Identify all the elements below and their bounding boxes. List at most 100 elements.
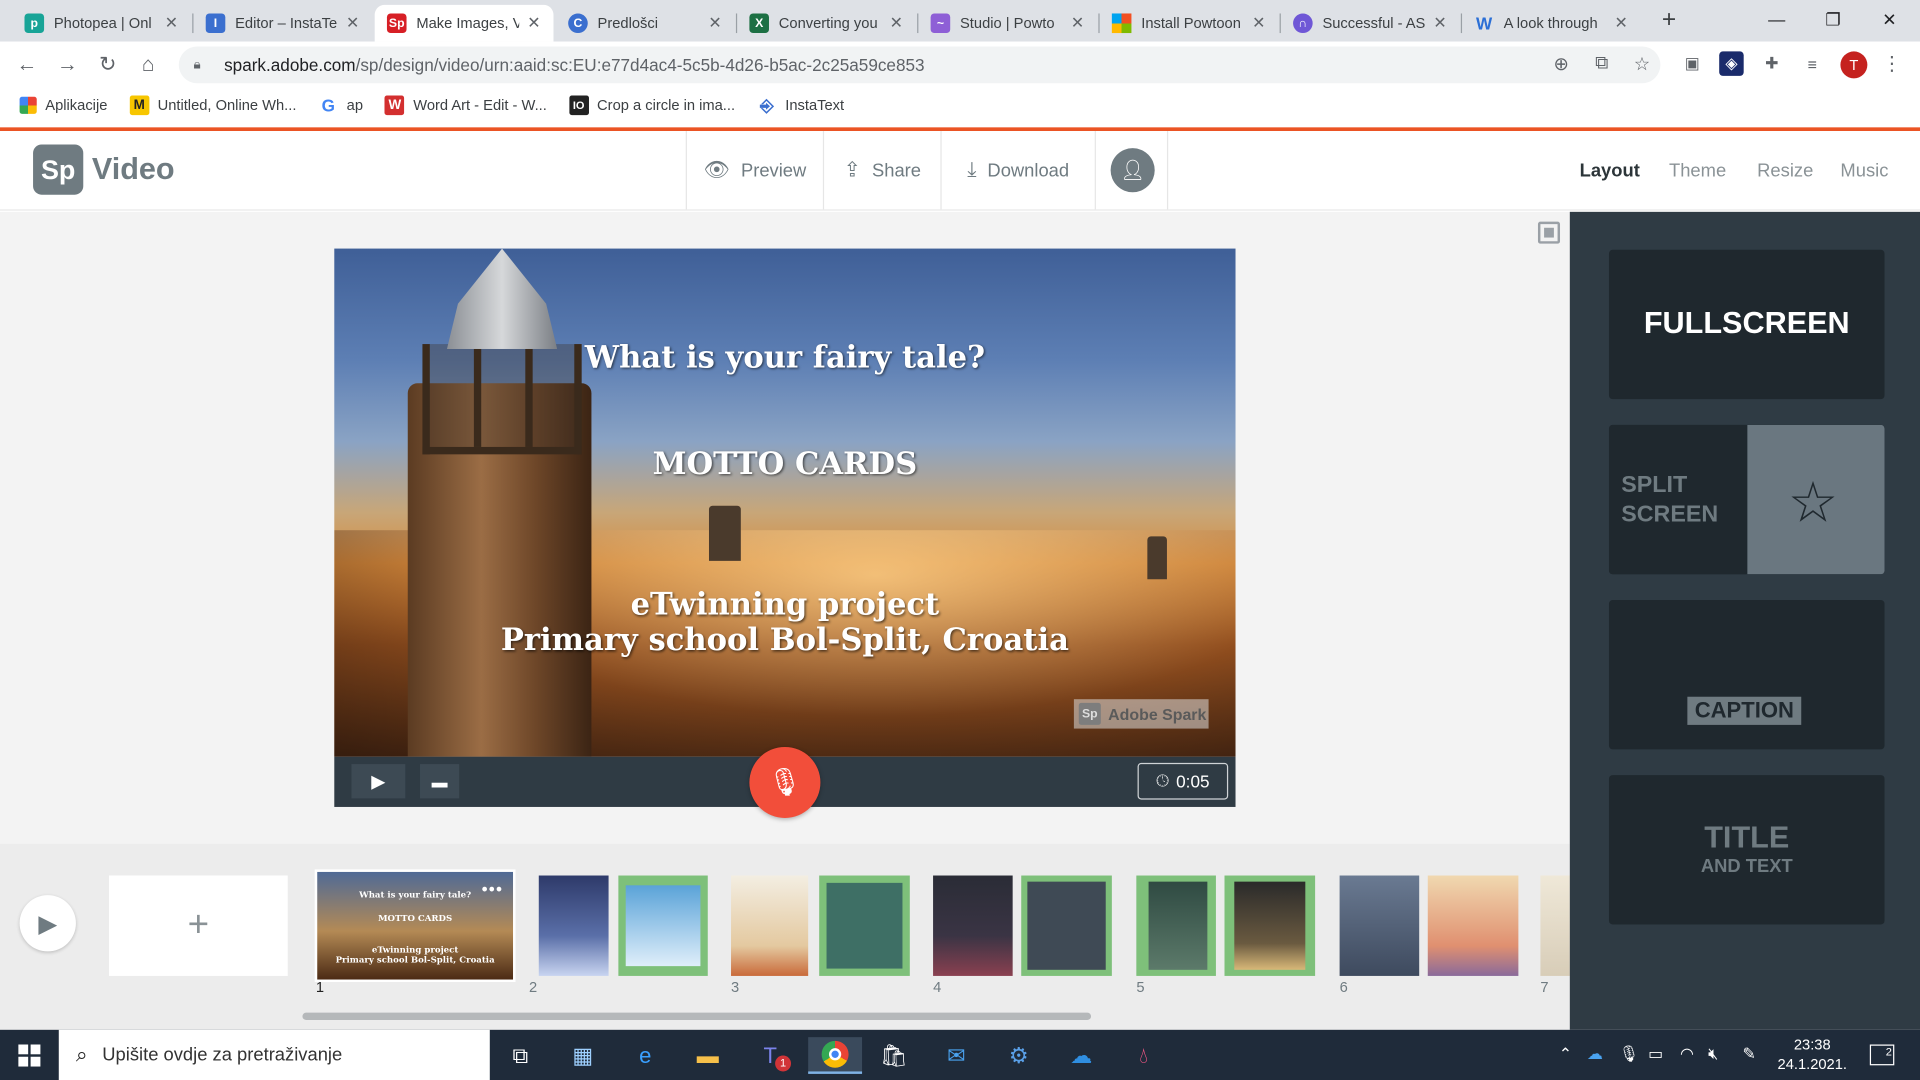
- preview-button[interactable]: 👁︎ Preview: [685, 131, 823, 210]
- browser-tab[interactable]: I Editor – InstaTe ✕: [193, 5, 372, 42]
- collaborate-button[interactable]: 👤︎: [1094, 131, 1169, 210]
- bookmark-item[interactable]: W Word Art - Edit - W...: [385, 95, 547, 116]
- filmstrip-scrollbar[interactable]: [302, 1012, 1092, 1021]
- close-tab-icon[interactable]: ✕: [887, 13, 907, 33]
- battery-icon[interactable]: ▭: [1648, 1044, 1663, 1064]
- bookmark-item[interactable]: IO Crop a circle in ima...: [568, 95, 735, 116]
- expand-icon[interactable]: [1537, 221, 1561, 244]
- close-tab-icon[interactable]: ✕: [1611, 13, 1631, 33]
- record-voice-button[interactable]: 🎙︎: [749, 746, 821, 818]
- onedrive-icon[interactable]: ☁: [1060, 1037, 1102, 1074]
- browser-tab-active[interactable]: Sp Make Images, V ✕: [374, 4, 554, 42]
- mail-icon[interactable]: ✉: [936, 1037, 978, 1074]
- home-icon[interactable]: ⌂: [135, 51, 162, 78]
- menu-kebab-icon[interactable]: ⋮: [1880, 51, 1904, 75]
- browser-tab[interactable]: ∩ Successful - AS ✕: [1281, 5, 1460, 42]
- slide-title[interactable]: What is your fairy tale?: [334, 339, 1235, 375]
- address-bar[interactable]: 🔒︎ spark.adobe.com/sp/design/video/urn:a…: [178, 46, 1661, 84]
- share-button[interactable]: ⇪ Share: [822, 131, 941, 210]
- slide-text-line1[interactable]: eTwinning project: [334, 587, 1235, 623]
- bookmark-item[interactable]: ⎆ InstaText: [757, 95, 844, 116]
- slide-thumbnail[interactable]: [529, 875, 708, 976]
- chrome-icon[interactable]: [808, 1037, 863, 1074]
- microphone-tray-icon[interactable]: 🎙︎: [1619, 1044, 1639, 1064]
- bookmark-item[interactable]: G ap: [318, 96, 363, 116]
- maximize-icon[interactable]: ❐: [1805, 0, 1861, 39]
- translate-icon[interactable]: ⧉: [1589, 53, 1613, 74]
- speech-bubble-button[interactable]: ▬: [420, 764, 460, 799]
- profile-avatar[interactable]: T: [1840, 51, 1868, 79]
- layout-fullscreen[interactable]: FULLSCREEN: [1608, 249, 1885, 400]
- slide-thumbnail[interactable]: What is your fairy tale? MOTTO CARDS eTw…: [314, 869, 516, 983]
- pen-icon[interactable]: ✎: [1742, 1044, 1755, 1064]
- bookmark-item[interactable]: M Untitled, Online Wh...: [129, 95, 296, 116]
- wifi-icon[interactable]: ◠: [1680, 1044, 1694, 1064]
- extension-icon[interactable]: ▣: [1680, 51, 1704, 75]
- slide-thumbnail[interactable]: [1136, 875, 1316, 976]
- reload-icon[interactable]: ↻: [94, 51, 121, 78]
- close-tab-icon[interactable]: ✕: [1249, 13, 1269, 33]
- tab-layout[interactable]: Layout: [1580, 160, 1640, 181]
- slide-thumbnail[interactable]: [1339, 875, 1519, 976]
- slide-subtitle[interactable]: MOTTO CARDS: [334, 446, 1235, 482]
- slide-options-icon[interactable]: •••: [482, 879, 504, 899]
- browser-tab[interactable]: Install Powtoon ✕: [1100, 5, 1279, 42]
- network-app-icon[interactable]: ⚙: [998, 1037, 1040, 1074]
- close-tab-icon[interactable]: ✕: [705, 13, 725, 33]
- store-icon[interactable]: 🛍︎: [873, 1037, 915, 1074]
- slide-text-line2[interactable]: Primary school Bol-Split, Croatia: [334, 622, 1235, 658]
- start-button[interactable]: [0, 1030, 59, 1080]
- wordart-icon: W: [385, 95, 405, 116]
- slide-thumbnail[interactable]: [933, 875, 1112, 976]
- layout-split-screen[interactable]: SPLIT SCREEN ☆: [1608, 424, 1885, 575]
- play-slide-button[interactable]: ▶: [351, 764, 406, 799]
- paint-icon[interactable]: 💧︎: [1123, 1037, 1165, 1074]
- slide-thumbnail[interactable]: [731, 875, 910, 976]
- browser-tab[interactable]: W A look through ✕: [1462, 5, 1641, 42]
- file-explorer-icon[interactable]: ▬: [687, 1037, 729, 1074]
- forward-icon[interactable]: →: [54, 51, 81, 78]
- close-tab-icon[interactable]: ✕: [343, 13, 363, 33]
- bookmark-star-icon[interactable]: ☆: [1630, 53, 1654, 75]
- back-icon[interactable]: ←: [13, 51, 40, 78]
- close-tab-icon[interactable]: ✕: [524, 13, 544, 33]
- close-tab-icon[interactable]: ✕: [162, 13, 182, 33]
- close-tab-icon[interactable]: ✕: [1430, 13, 1450, 33]
- duration-value: 0:05: [1176, 771, 1210, 792]
- download-button[interactable]: ⤓ Download: [940, 131, 1094, 210]
- taskbar-clock[interactable]: 23:38 24.1.2021.: [1776, 1035, 1849, 1074]
- taskbar-search[interactable]: ⌕ Upišite ovdje za pretraživanje: [58, 1029, 490, 1080]
- layout-title-and-text[interactable]: TITLE AND TEXT: [1608, 775, 1885, 925]
- calculator-icon[interactable]: ▦: [562, 1037, 604, 1074]
- close-window-icon[interactable]: ✕: [1861, 0, 1917, 39]
- edge-icon[interactable]: e: [624, 1037, 666, 1074]
- minimize-icon[interactable]: —: [1749, 0, 1805, 39]
- tab-theme[interactable]: Theme: [1669, 160, 1726, 181]
- add-slide-button[interactable]: +: [108, 875, 288, 976]
- browser-tab[interactable]: ~ Studio | Powto ✕: [918, 5, 1097, 42]
- extensions-puzzle-icon[interactable]: ✚: [1760, 51, 1784, 75]
- new-tab-icon[interactable]: +: [1656, 7, 1683, 34]
- browser-tab[interactable]: C Predlošci ✕: [556, 5, 735, 42]
- close-tab-icon[interactable]: ✕: [1068, 13, 1088, 33]
- onedrive-tray-icon[interactable]: ☁: [1587, 1044, 1603, 1064]
- tab-resize[interactable]: Resize: [1757, 160, 1813, 181]
- slide-duration-button[interactable]: 🕓︎ 0:05: [1137, 762, 1229, 800]
- teams-icon[interactable]: T1: [749, 1037, 792, 1074]
- browser-tab[interactable]: X Converting you ✕: [737, 5, 916, 42]
- layout-caption[interactable]: CAPTION: [1608, 600, 1885, 750]
- slide-canvas[interactable]: What is your fairy tale? MOTTO CARDS eTw…: [334, 248, 1236, 757]
- play-video-button[interactable]: ▶: [19, 895, 76, 952]
- spark-logo[interactable]: Sp: [33, 144, 84, 195]
- task-view-icon[interactable]: ⧉: [500, 1037, 542, 1074]
- reading-list-icon[interactable]: ≡: [1800, 51, 1824, 75]
- extension-icon[interactable]: ◈: [1719, 51, 1744, 76]
- show-hidden-icons[interactable]: ⌃: [1559, 1044, 1572, 1064]
- tab-music[interactable]: Music: [1840, 160, 1888, 181]
- browser-tab[interactable]: p Photopea | Onl ✕: [12, 5, 191, 42]
- bookmark-item[interactable]: Aplikacije: [19, 96, 108, 114]
- volume-muted-icon[interactable]: 🔇︎: [1708, 1044, 1718, 1064]
- notification-center-icon[interactable]: 2: [1869, 1044, 1895, 1066]
- install-icon[interactable]: ⊕: [1549, 53, 1573, 75]
- slide-thumbnail[interactable]: [1540, 875, 1570, 976]
